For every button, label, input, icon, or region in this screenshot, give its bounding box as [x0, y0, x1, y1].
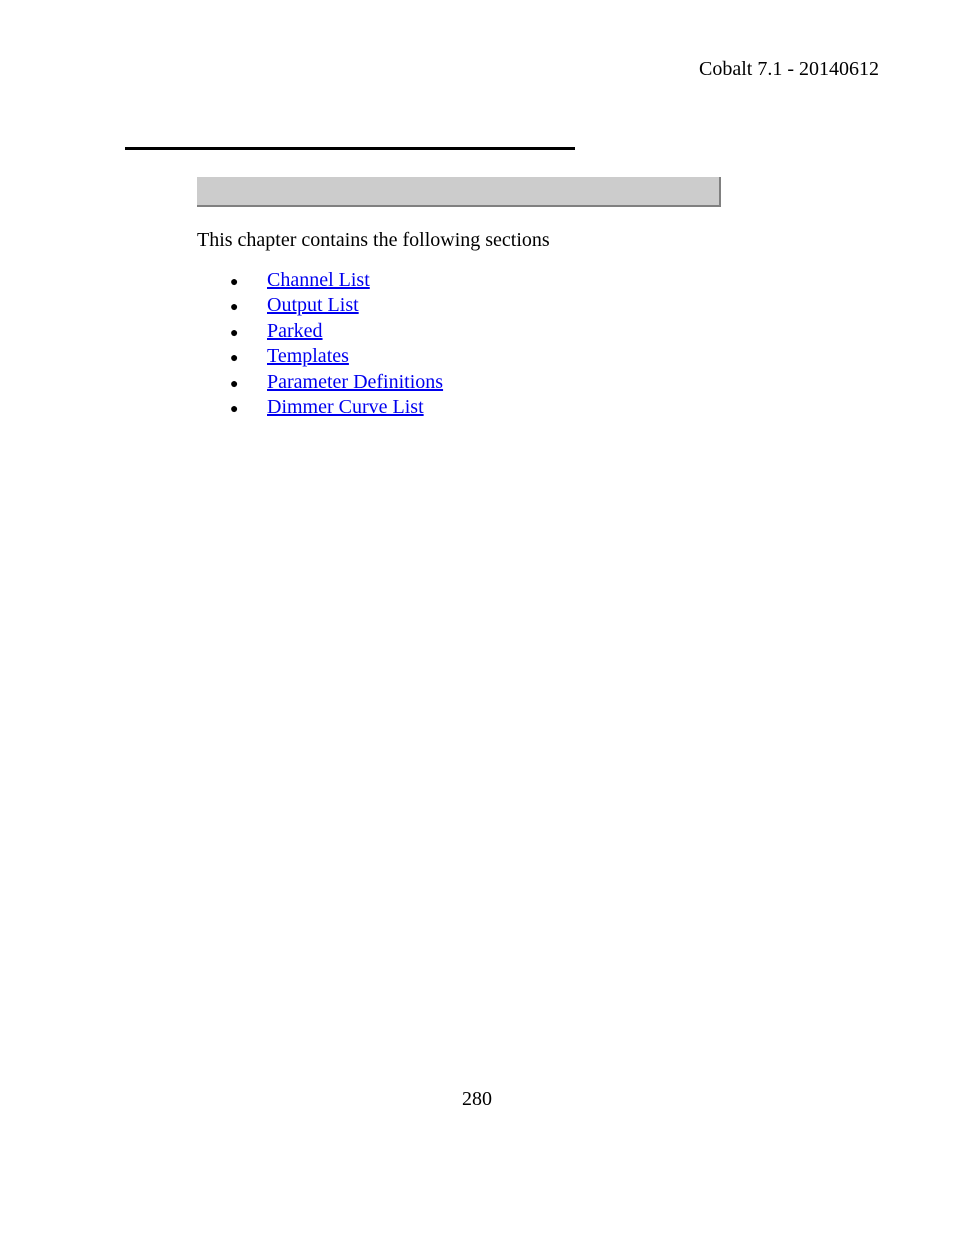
section-heading-box: [197, 177, 721, 207]
list-item: ● Dimmer Curve List: [227, 395, 443, 419]
intro-paragraph: This chapter contains the following sect…: [197, 229, 550, 252]
link-parked[interactable]: Parked: [267, 319, 323, 343]
header-version: Cobalt 7.1 - 20140612: [699, 58, 879, 81]
list-item: ● Templates: [227, 344, 443, 368]
list-item: ● Output List: [227, 293, 443, 317]
section-divider: [125, 147, 575, 150]
bullet-icon: ●: [227, 298, 267, 315]
section-links-list: ● Channel List ● Output List ● Parked ● …: [227, 268, 443, 420]
list-item: ● Parameter Definitions: [227, 370, 443, 394]
link-templates[interactable]: Templates: [267, 344, 349, 368]
bullet-icon: ●: [227, 273, 267, 290]
page-number: 280: [462, 1088, 492, 1111]
link-output-list[interactable]: Output List: [267, 293, 359, 317]
link-dimmer-curve-list[interactable]: Dimmer Curve List: [267, 395, 424, 419]
bullet-icon: ●: [227, 349, 267, 366]
list-item: ● Parked: [227, 319, 443, 343]
link-parameter-definitions[interactable]: Parameter Definitions: [267, 370, 443, 394]
list-item: ● Channel List: [227, 268, 443, 292]
bullet-icon: ●: [227, 375, 267, 392]
bullet-icon: ●: [227, 400, 267, 417]
link-channel-list[interactable]: Channel List: [267, 268, 370, 292]
bullet-icon: ●: [227, 324, 267, 341]
